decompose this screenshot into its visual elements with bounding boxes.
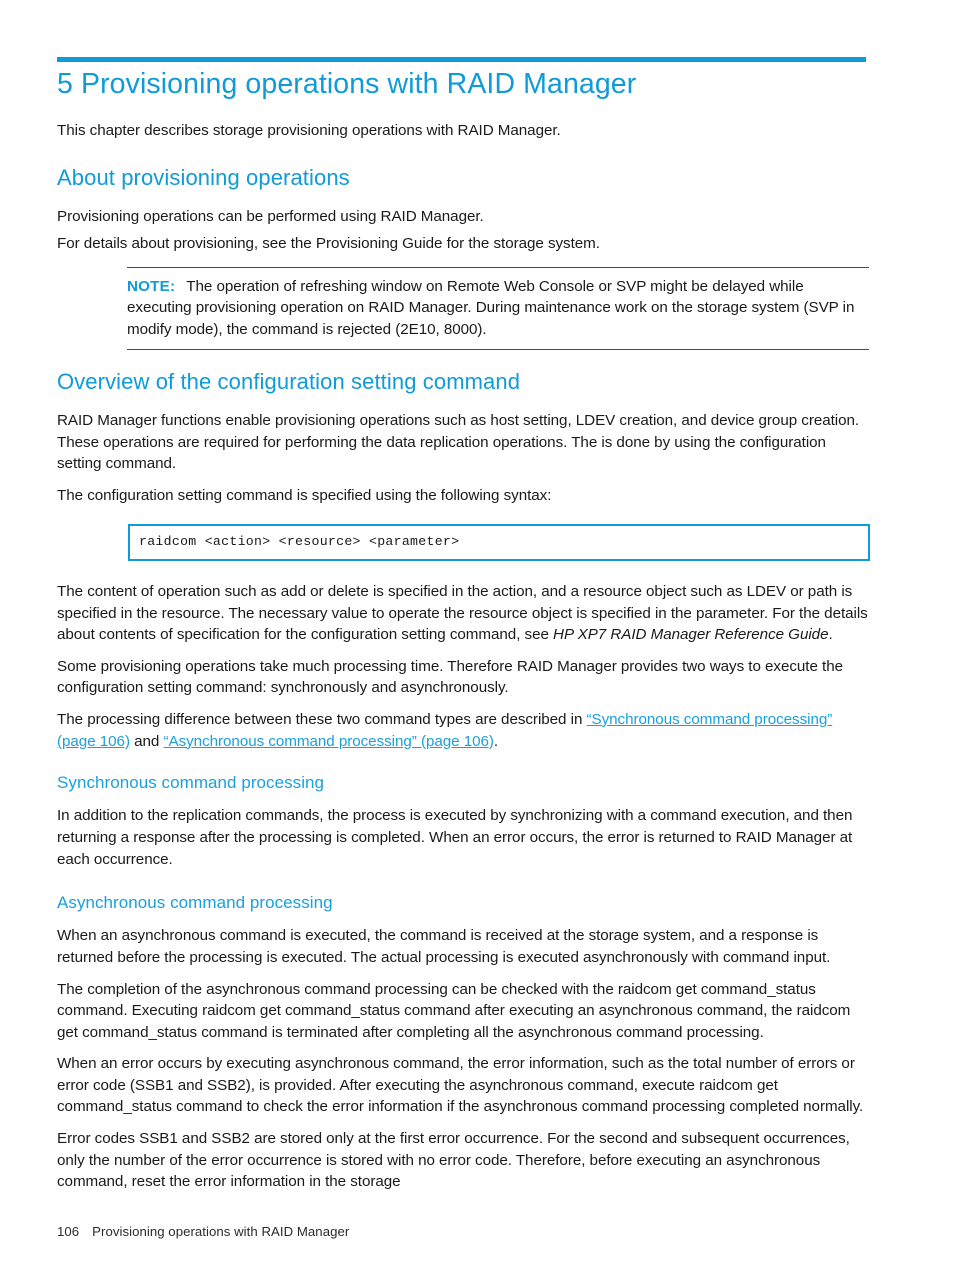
asynchronous-paragraph-2: The completion of the asynchronous comma… bbox=[57, 980, 851, 1041]
overview-paragraph-5: The processing difference between these … bbox=[57, 709, 869, 752]
overview-paragraph-5-tail: . bbox=[493, 732, 499, 750]
page-title: 5 Provisioning operations with RAID Mana… bbox=[57, 68, 637, 100]
overview-paragraph-4: Some provisioning operations take much p… bbox=[57, 657, 844, 697]
footer-running-title: Provisioning operations with RAID Manage… bbox=[92, 1224, 350, 1239]
note-body-text: The operation of refreshing window on Re… bbox=[127, 277, 855, 338]
footer-page-number: 106 bbox=[57, 1224, 80, 1239]
overview-paragraph-1: RAID Manager functions enable provisioni… bbox=[57, 411, 860, 473]
note-callout: NOTE: The operation of refreshing window … bbox=[127, 266, 869, 351]
note-label: NOTE: bbox=[127, 277, 176, 295]
document-page: 5 Provisioning operations with RAID Mana… bbox=[0, 0, 954, 1271]
overview-paragraph-5-lead: The processing difference between these … bbox=[57, 710, 587, 728]
overview-paragraph-3: The content of operation such as add or … bbox=[57, 581, 869, 646]
section-heading-about-provisioning: About provisioning operations bbox=[57, 165, 350, 191]
chapter-top-rule bbox=[57, 57, 866, 62]
page-footer: 106 Provisioning operations with RAID Man… bbox=[57, 1224, 869, 1239]
section-heading-overview: Overview of the configuration setting co… bbox=[57, 369, 521, 395]
syntax-code-text: raidcom <action> <resource> <parameter> bbox=[139, 534, 460, 550]
overview-paragraph-3-tail: . bbox=[828, 626, 833, 644]
link-asynchronous-command-processing[interactable]: “Asynchronous command processing” (page … bbox=[164, 733, 494, 750]
overview-paragraph-2: The configuration setting command is spe… bbox=[57, 486, 552, 504]
asynchronous-paragraph-4: Error codes SSB1 and SSB2 are stored onl… bbox=[57, 1130, 850, 1191]
reference-guide-title: HP XP7 RAID Manager Reference Guide bbox=[553, 626, 829, 644]
overview-paragraph-5-mid: and bbox=[129, 732, 164, 750]
asynchronous-paragraph-1: When an asynchronous command is executed… bbox=[57, 927, 831, 966]
about-paragraph-1: Provisioning operations can be performed… bbox=[57, 207, 484, 225]
note-text-wrapper: NOTE: The operation of refreshing window … bbox=[127, 276, 869, 341]
about-paragraph-2: For details about provisioning, see the … bbox=[57, 235, 600, 253]
subsection-heading-synchronous: Synchronous command processing bbox=[57, 773, 325, 793]
chapter-intro-paragraph: This chapter describes storage provision… bbox=[57, 122, 561, 140]
synchronous-paragraph-1: In addition to the replication commands,… bbox=[57, 807, 853, 868]
asynchronous-paragraph-3: When an error occurs by executing asynch… bbox=[57, 1055, 864, 1116]
page-content: 5 Provisioning operations with RAID Mana… bbox=[57, 66, 870, 1193]
subsection-heading-asynchronous: Asynchronous command processing bbox=[57, 893, 333, 913]
syntax-code-box: raidcom <action> <resource> <parameter> bbox=[128, 524, 870, 562]
